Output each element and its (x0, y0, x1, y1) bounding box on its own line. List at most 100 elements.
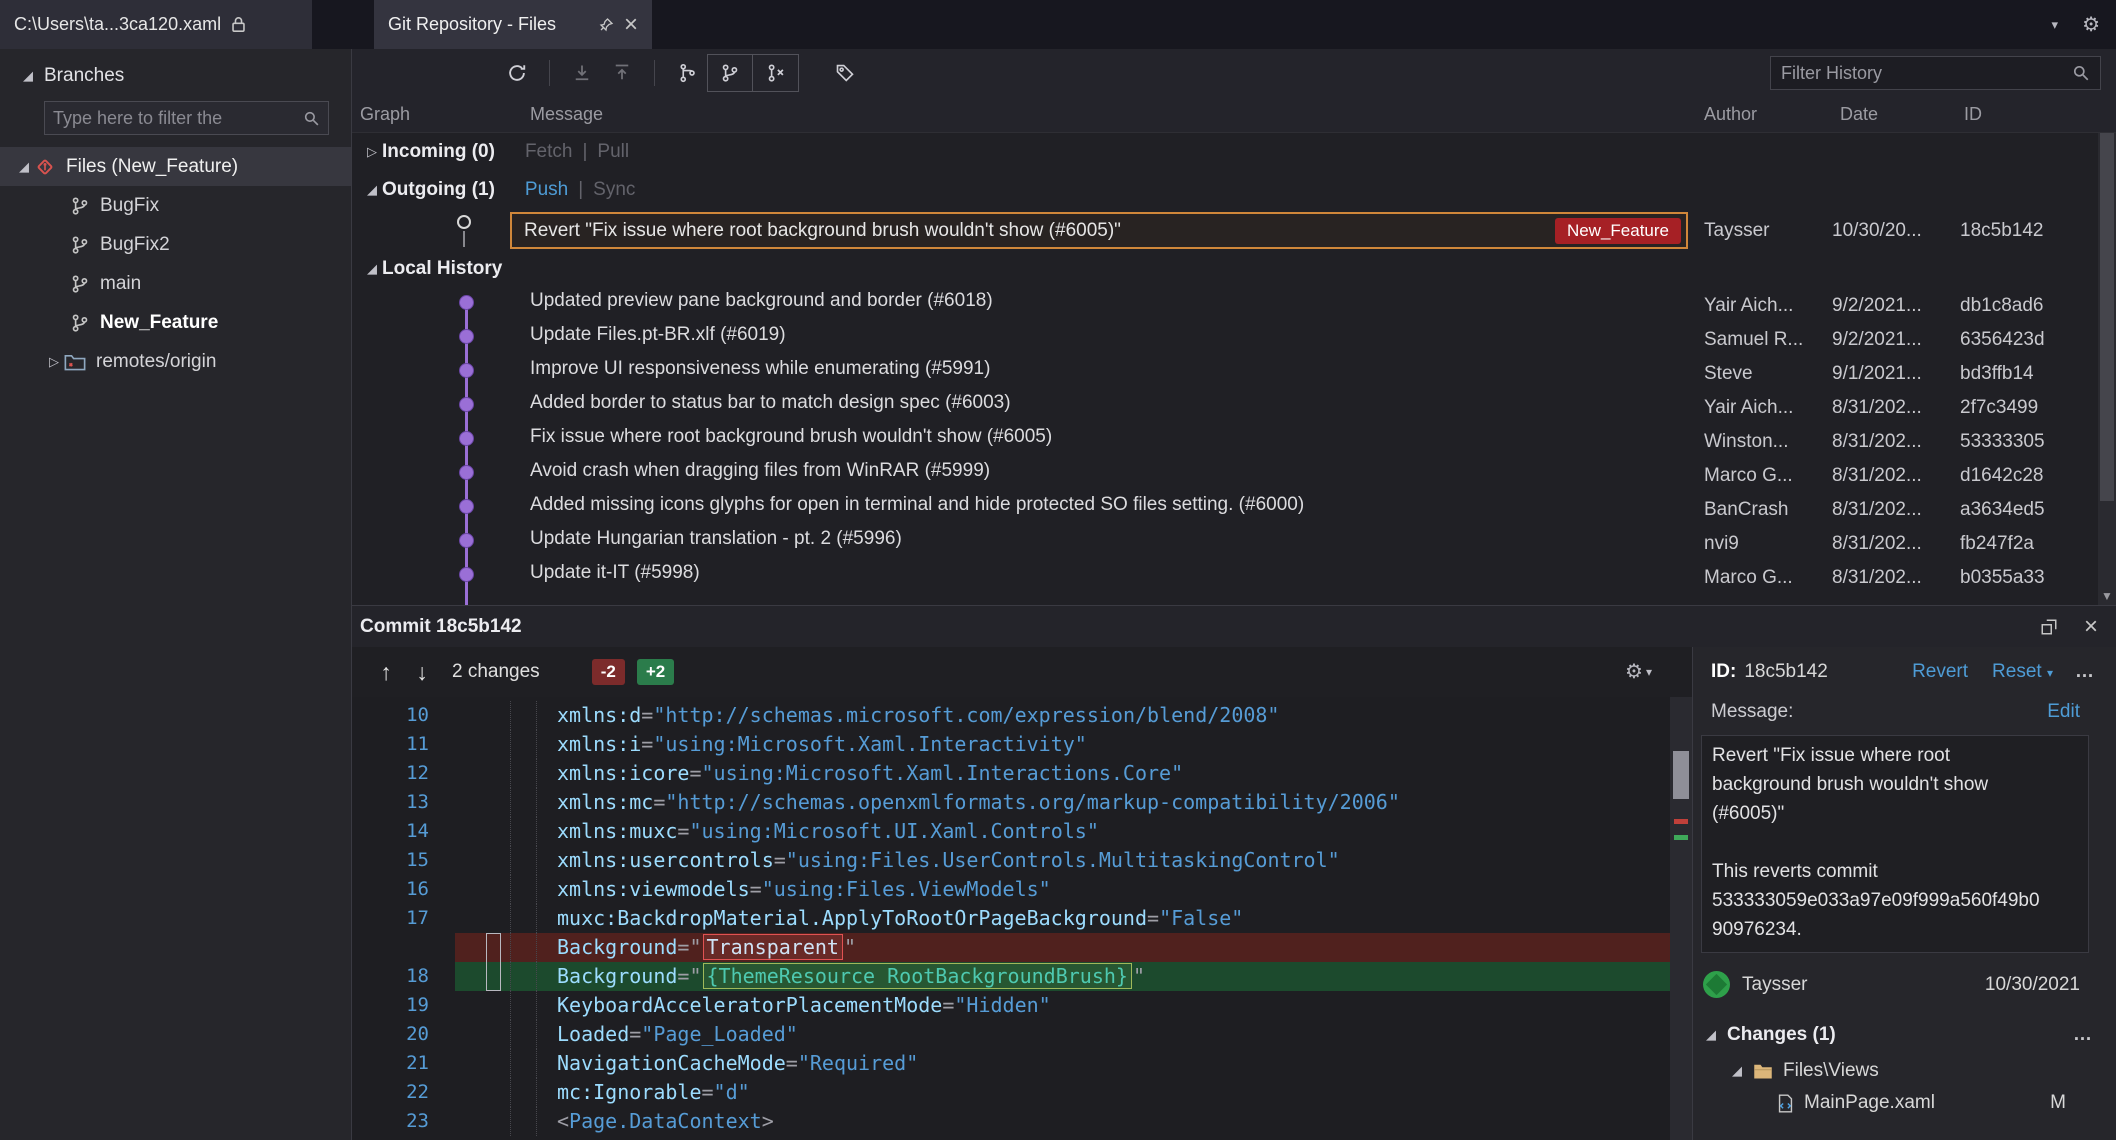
search-icon[interactable] (2072, 64, 2090, 82)
expander-icon[interactable] (1727, 1063, 1747, 1079)
editor-scrollbar[interactable] (1670, 697, 1692, 1140)
next-change-button[interactable]: ↓ (404, 659, 440, 686)
commit-id: 18c5b142 (1960, 220, 2044, 241)
outgoing-section[interactable]: Outgoing (1) Push | Sync (352, 171, 2116, 209)
gear-icon[interactable]: ⚙ (2082, 15, 2100, 35)
pin-icon[interactable] (598, 17, 614, 33)
scrollbar-thumb[interactable] (1673, 751, 1689, 799)
history-row[interactable]: Update Hungarian translation - pt. 2 (#5… (352, 523, 2116, 557)
commit-author: Marco G... (1704, 567, 1793, 588)
diff-settings-button[interactable]: ⚙ ▾ (1625, 662, 1652, 682)
commit-dot-icon (459, 567, 474, 582)
close-icon[interactable]: × (624, 12, 638, 37)
fetch-link[interactable]: Fetch (525, 141, 573, 163)
changes-section[interactable]: Changes (1) … (1701, 1024, 2094, 1046)
commit-date: 8/31/202... (1832, 567, 1922, 588)
filter-history-input[interactable]: Filter History (1770, 56, 2101, 90)
line-number: 13 (406, 791, 429, 813)
scroll-down-arrow[interactable]: ▼ (2098, 589, 2116, 603)
branches-tree: Files (New_Feature) BugFix (0, 147, 351, 381)
push-link[interactable]: Push (525, 179, 568, 201)
history-row[interactable]: Updated preview pane background and bord… (352, 285, 2116, 319)
expander-icon[interactable] (44, 354, 64, 370)
history-row[interactable]: Fix issue where root background brush wo… (352, 421, 2116, 455)
commit-panel-header: Commit 18c5b142 × (352, 606, 2116, 647)
history-row[interactable]: Added missing icons glyphs for open in t… (352, 489, 2116, 523)
diff-margin-box (486, 933, 501, 991)
tab-git-repository[interactable]: Git Repository - Files × (374, 0, 652, 49)
branches-header[interactable]: Branches (0, 49, 351, 95)
column-header-graph[interactable]: Graph (360, 104, 410, 125)
titlebar: C:\Users\ta...3ca120.xaml Git Repository… (0, 0, 2116, 49)
line-number: 17 (406, 907, 429, 929)
column-header-message[interactable]: Message (530, 104, 603, 125)
sidebar-item-remotes[interactable]: remotes/origin (0, 342, 351, 381)
hide-merge-commits-toggle[interactable] (753, 54, 799, 92)
revert-link[interactable]: Revert (1912, 661, 1968, 683)
avatar (1703, 971, 1730, 998)
line-number: 14 (406, 820, 429, 842)
expander-icon[interactable] (362, 182, 382, 198)
sidebar-item-repo[interactable]: Files (New_Feature) (0, 147, 351, 186)
previous-change-button[interactable]: ↑ (368, 659, 404, 686)
chevron-down-icon: ▾ (1645, 665, 1652, 679)
push-button[interactable] (602, 54, 642, 92)
titlebar-drag-area (652, 0, 2052, 49)
line-number: 19 (406, 994, 429, 1016)
changed-file-row[interactable]: MainPage.xaml M (1777, 1092, 2066, 1114)
branch-filter-input[interactable]: Type here to filter the (44, 101, 329, 135)
sync-link[interactable]: Sync (593, 179, 635, 201)
history-row[interactable]: Avoid crash when dragging files from Win… (352, 455, 2116, 489)
id-label: ID: (1711, 661, 1737, 682)
fetch-button[interactable] (562, 54, 602, 92)
history-row[interactable]: Improve UI responsiveness while enumerat… (352, 353, 2116, 387)
close-icon[interactable]: × (2084, 614, 2098, 639)
sidebar-item-branch[interactable]: BugFix (0, 186, 351, 225)
branch-label: main (100, 272, 142, 294)
reset-link[interactable]: Reset ▾ (1992, 661, 2053, 683)
local-history-section[interactable]: Local History (352, 253, 2116, 285)
sidebar-item-branch[interactable]: BugFix2 (0, 225, 351, 264)
branches-title: Branches (44, 65, 125, 86)
scrollbar-thumb[interactable] (2100, 133, 2114, 501)
history-scrollbar[interactable]: ▼ (2098, 133, 2116, 605)
history-row[interactable]: Update it-IT (#5998) Marco G... 8/31/202… (352, 557, 2116, 591)
sidebar-item-branch[interactable]: main (0, 264, 351, 303)
pull-link[interactable]: Pull (597, 141, 629, 163)
commit-graph-button[interactable] (667, 54, 707, 92)
column-header-date[interactable]: Date (1840, 104, 1878, 125)
commit-author: Marco G... (1704, 465, 1793, 486)
diff-toolbar: ↑ ↓ 2 changes -2 +2 ⚙ ▾ (352, 647, 1692, 697)
tag-icon[interactable] (825, 54, 865, 92)
history-row[interactable]: Update Files.pt-BR.xlf (#6019) Samuel R.… (352, 319, 2116, 353)
history-row[interactable]: Added border to status bar to match desi… (352, 387, 2116, 421)
expander-icon[interactable] (14, 159, 34, 175)
folder-icon (1753, 1062, 1773, 1080)
expander-icon[interactable] (1701, 1027, 1721, 1043)
expander-icon[interactable] (362, 144, 382, 160)
sidebar-item-branch[interactable]: New_Feature (0, 303, 351, 342)
show-branches-toggle[interactable] (707, 54, 753, 92)
column-header-id[interactable]: ID (1964, 104, 1982, 125)
expander-icon[interactable] (362, 261, 382, 277)
tab-file-path[interactable]: C:\Users\ta...3ca120.xaml (0, 0, 312, 49)
float-window-icon[interactable] (2040, 618, 2058, 636)
code-line: 19 KeyboardAcceleratorPlacementMode="Hidd… (352, 991, 1692, 1020)
commit-dot-icon (459, 465, 474, 480)
more-actions-button[interactable]: … (2073, 1024, 2094, 1046)
code-editor[interactable]: 10 xmlns:d="http://schemas.microsoft.com/… (352, 697, 1692, 1140)
more-actions-button[interactable]: … (2075, 661, 2096, 683)
incoming-section[interactable]: Incoming (0) Fetch | Pull (352, 133, 2116, 171)
column-header-author[interactable]: Author (1704, 104, 1757, 125)
refresh-button[interactable] (497, 54, 537, 92)
commit-message-box[interactable]: Revert "Fix issue where root background … (1701, 735, 2089, 953)
chevron-down-icon[interactable]: ▾ (2052, 18, 2059, 31)
edit-link[interactable]: Edit (2047, 701, 2080, 723)
commit-date: 8/31/202... (1832, 431, 1922, 452)
remotes-label: remotes/origin (96, 350, 217, 372)
expander-icon[interactable] (18, 68, 38, 84)
commit-message: Added border to status bar to match desi… (530, 392, 1011, 413)
outgoing-commit-row[interactable]: Revert "Fix issue where root background … (352, 209, 2116, 253)
selected-commit[interactable]: Revert "Fix issue where root background … (510, 212, 1688, 249)
changed-folder-row[interactable]: Files\Views (1727, 1060, 2116, 1082)
